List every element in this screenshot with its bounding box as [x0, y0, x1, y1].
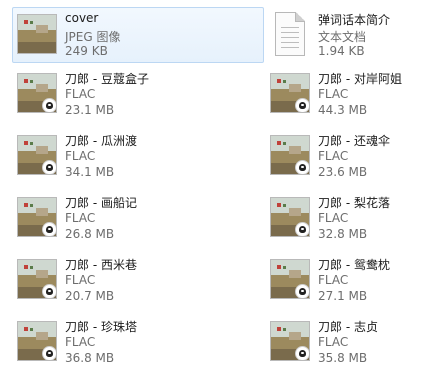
file-size: 1.94 KB [318, 44, 365, 58]
audio-file-icon [17, 73, 57, 113]
file-size: 44.3 MB [318, 103, 368, 117]
file-size: 36.8 MB [65, 351, 115, 365]
audio-file-icon [17, 259, 57, 299]
file-type: FLAC [65, 335, 96, 349]
media-player-badge-icon [295, 284, 309, 298]
media-player-badge-icon [42, 284, 56, 298]
file-type: FLAC [318, 273, 349, 287]
file-name: 刀郎 - 梨花落 [318, 196, 390, 210]
file-size: 32.8 MB [318, 227, 368, 241]
file-size: 34.1 MB [65, 165, 115, 179]
file-type: FLAC [65, 149, 96, 163]
audio-file-icon [17, 321, 57, 361]
file-name: 刀郎 - 豆蔻盒子 [65, 72, 149, 86]
file-type: 文本文档 [318, 30, 367, 44]
file-name: 刀郎 - 对岸阿姐 [318, 72, 402, 86]
file-tile-audio[interactable]: 刀郎 - 志贞 FLAC 35.8 MB [265, 314, 425, 370]
file-size: 27.1 MB [318, 289, 368, 303]
file-name: 刀郎 - 西米巷 [65, 258, 137, 272]
file-tile-text-doc[interactable]: 弹词话本简介 文本文档 1.94 KB [265, 7, 425, 63]
file-tile-audio[interactable]: 刀郎 - 对岸阿姐 FLAC 44.3 MB [265, 66, 425, 122]
audio-file-icon [270, 135, 310, 175]
file-size: 20.7 MB [65, 289, 115, 303]
file-type: FLAC [318, 335, 349, 349]
audio-file-icon [17, 135, 57, 175]
file-type: FLAC [65, 87, 96, 101]
file-name: 弹词话本简介 [318, 13, 391, 27]
file-name: 刀郎 - 志贞 [318, 320, 378, 334]
file-tile-audio[interactable]: 刀郎 - 还魂伞 FLAC 23.6 MB [265, 128, 425, 184]
file-type: FLAC [318, 87, 349, 101]
file-name: 刀郎 - 还魂伞 [318, 134, 390, 148]
media-player-badge-icon [42, 98, 56, 112]
file-type: FLAC [318, 149, 349, 163]
file-tile-audio[interactable]: 刀郎 - 珍珠塔 FLAC 36.8 MB [12, 314, 264, 370]
file-name: 刀郎 - 鸳鸯枕 [318, 258, 390, 272]
audio-file-icon [270, 73, 310, 113]
audio-file-icon [270, 259, 310, 299]
file-name: cover [65, 11, 99, 25]
file-size: 23.1 MB [65, 103, 115, 117]
file-size: 23.6 MB [318, 165, 368, 179]
audio-file-icon [270, 197, 310, 237]
file-tile-audio[interactable]: 刀郎 - 梨花落 FLAC 32.8 MB [265, 190, 425, 246]
media-player-badge-icon [295, 222, 309, 236]
file-tile-audio[interactable]: 刀郎 - 鸳鸯枕 FLAC 27.1 MB [265, 252, 425, 308]
file-tile-audio[interactable]: 刀郎 - 画船记 FLAC 26.8 MB [12, 190, 264, 246]
text-document-icon [275, 12, 305, 56]
media-player-badge-icon [295, 160, 309, 174]
file-type: FLAC [65, 211, 96, 225]
media-player-badge-icon [42, 346, 56, 360]
media-player-badge-icon [42, 222, 56, 236]
audio-file-icon [270, 321, 310, 361]
file-name: 刀郎 - 珍珠塔 [65, 320, 137, 334]
file-tile-cover[interactable]: cover JPEG 图像 249 KB [12, 7, 264, 63]
file-tile-audio[interactable]: 刀郎 - 西米巷 FLAC 20.7 MB [12, 252, 264, 308]
file-type: FLAC [318, 211, 349, 225]
image-thumbnail-icon [17, 14, 57, 54]
media-player-badge-icon [295, 346, 309, 360]
file-tile-audio[interactable]: 刀郎 - 瓜洲渡 FLAC 34.1 MB [12, 128, 264, 184]
media-player-badge-icon [295, 98, 309, 112]
file-name: 刀郎 - 画船记 [65, 196, 137, 210]
file-size: 249 KB [65, 44, 108, 58]
file-size: 26.8 MB [65, 227, 115, 241]
file-tile-audio[interactable]: 刀郎 - 豆蔻盒子 FLAC 23.1 MB [12, 66, 264, 122]
audio-file-icon [17, 197, 57, 237]
media-player-badge-icon [42, 160, 56, 174]
file-name: 刀郎 - 瓜洲渡 [65, 134, 137, 148]
file-size: 35.8 MB [318, 351, 368, 365]
file-type: JPEG 图像 [65, 30, 121, 44]
file-type: FLAC [65, 273, 96, 287]
